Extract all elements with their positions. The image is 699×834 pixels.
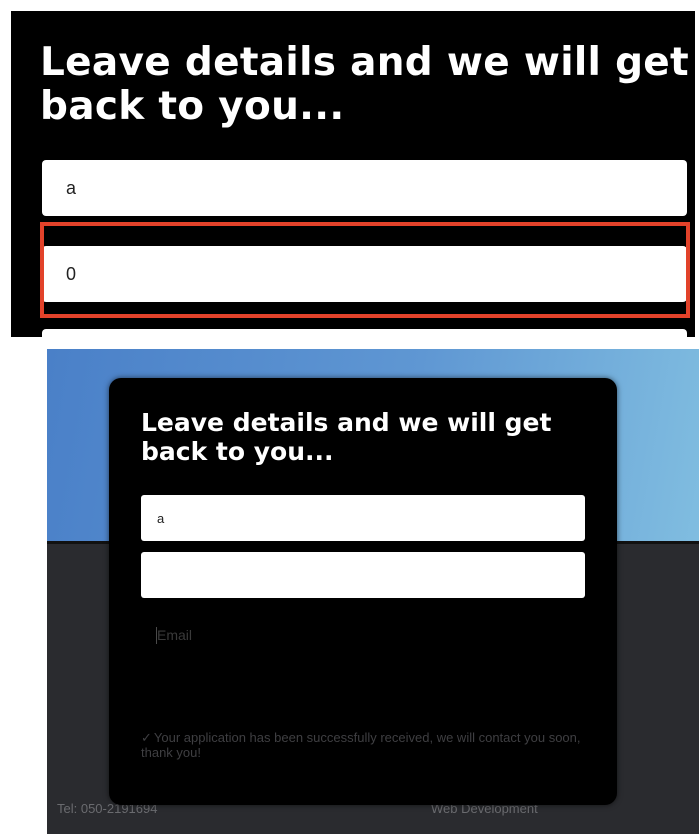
zoomed-form-preview: Leave details and we will get back to yo… [11,11,695,337]
check-icon: ✓ [141,730,152,745]
text-caret [156,627,157,644]
contact-modal: Leave details and we will get back to yo… [109,378,617,805]
success-message: ✓ Your application has been successfully … [141,730,591,760]
zoom-phone-input[interactable] [42,246,687,302]
zoom-email-input-partial[interactable] [42,329,687,337]
page-viewport: Tel: 050-2191694 Web Development Leave d… [47,349,699,834]
success-text: Your application has been successfully r… [141,730,581,760]
form-heading: Leave details and we will get back to yo… [141,408,552,466]
zoom-name-input[interactable] [42,160,687,216]
phone-input[interactable] [141,552,585,598]
zoom-form-heading: Leave details and we will get back to yo… [40,40,689,129]
email-input[interactable] [141,620,585,650]
name-input[interactable] [141,495,585,541]
